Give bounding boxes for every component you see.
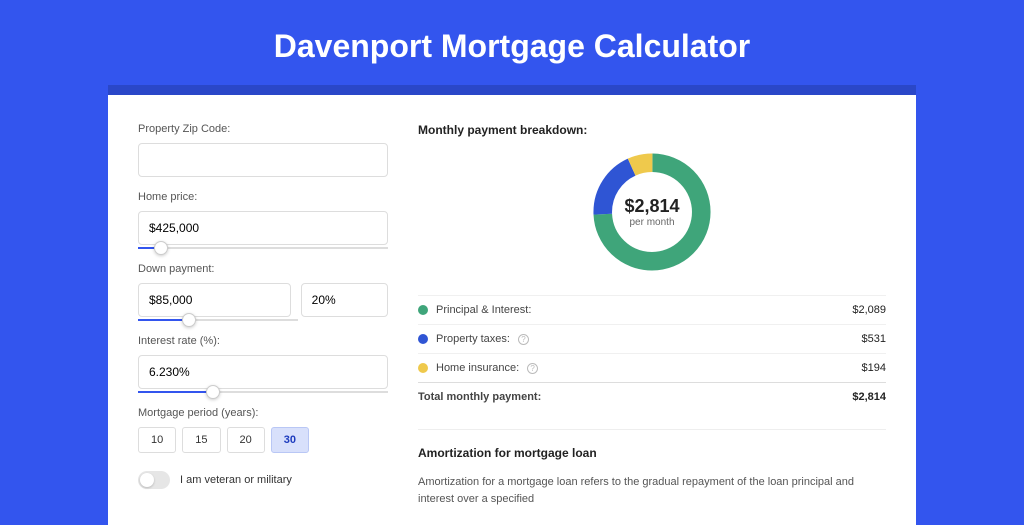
interest-rate-slider[interactable] xyxy=(138,391,388,393)
period-option-10[interactable]: 10 xyxy=(138,427,176,453)
info-icon[interactable]: ? xyxy=(527,363,538,374)
page-title: Davenport Mortgage Calculator xyxy=(0,0,1024,85)
home-price-label: Home price: xyxy=(138,191,388,203)
calculator-frame: Property Zip Code: Home price: Down paym… xyxy=(108,85,916,525)
amortization-section: Amortization for mortgage loan Amortizat… xyxy=(418,429,886,507)
veteran-toggle-knob xyxy=(140,473,154,487)
down-payment-slider[interactable] xyxy=(138,319,298,321)
legend-label-taxes: Property taxes: xyxy=(436,333,510,345)
legend-value-insurance: $194 xyxy=(862,362,886,374)
down-payment-amount-input[interactable] xyxy=(138,283,291,317)
donut-chart: $2,814 per month xyxy=(587,147,717,277)
home-price-input[interactable] xyxy=(138,211,388,245)
interest-rate-label: Interest rate (%): xyxy=(138,335,388,347)
down-payment-field: Down payment: xyxy=(138,263,388,321)
info-icon[interactable]: ? xyxy=(518,334,529,345)
legend-dot-principal xyxy=(418,305,428,315)
veteran-toggle-label: I am veteran or military xyxy=(180,474,292,486)
mortgage-period-label: Mortgage period (years): xyxy=(138,407,388,419)
legend-value-taxes: $531 xyxy=(862,333,886,345)
home-price-slider-thumb[interactable] xyxy=(154,241,168,255)
donut-center: $2,814 per month xyxy=(609,169,695,255)
donut-center-amount: $2,814 xyxy=(624,196,679,217)
legend-row-total: Total monthly payment: $2,814 xyxy=(418,382,886,411)
legend-label-insurance: Home insurance: xyxy=(436,362,519,374)
period-option-30[interactable]: 30 xyxy=(271,427,309,453)
donut-chart-wrap: $2,814 per month xyxy=(418,147,886,277)
legend-value-principal: $2,089 xyxy=(852,304,886,316)
zip-field: Property Zip Code: xyxy=(138,123,388,177)
breakdown-column: Monthly payment breakdown: $2,814 per mo… xyxy=(418,123,886,525)
legend-dot-insurance xyxy=(418,363,428,373)
legend-row-insurance: Home insurance: ? $194 xyxy=(418,353,886,382)
legend-row-principal: Principal & Interest: $2,089 xyxy=(418,295,886,324)
down-payment-slider-thumb[interactable] xyxy=(182,313,196,327)
home-price-slider[interactable] xyxy=(138,247,388,249)
legend-value-total: $2,814 xyxy=(852,391,886,403)
legend-label-total: Total monthly payment: xyxy=(418,391,541,403)
inputs-column: Property Zip Code: Home price: Down paym… xyxy=(138,123,388,525)
zip-input[interactable] xyxy=(138,143,388,177)
donut-center-sub: per month xyxy=(629,217,674,228)
down-payment-percent-input[interactable] xyxy=(301,283,388,317)
legend-label-principal: Principal & Interest: xyxy=(436,304,531,316)
amortization-body: Amortization for a mortgage loan refers … xyxy=(418,474,886,507)
interest-rate-input[interactable] xyxy=(138,355,388,389)
interest-rate-slider-thumb[interactable] xyxy=(206,385,220,399)
calculator-panel: Property Zip Code: Home price: Down paym… xyxy=(108,95,916,525)
zip-label: Property Zip Code: xyxy=(138,123,388,135)
home-price-field: Home price: xyxy=(138,191,388,249)
period-option-20[interactable]: 20 xyxy=(227,427,265,453)
mortgage-period-options: 10 15 20 30 xyxy=(138,427,388,453)
amortization-title: Amortization for mortgage loan xyxy=(418,446,886,460)
down-payment-label: Down payment: xyxy=(138,263,388,275)
veteran-toggle-row: I am veteran or military xyxy=(138,471,388,489)
period-option-15[interactable]: 15 xyxy=(182,427,220,453)
legend-dot-taxes xyxy=(418,334,428,344)
breakdown-title: Monthly payment breakdown: xyxy=(418,123,886,137)
veteran-toggle[interactable] xyxy=(138,471,170,489)
interest-rate-field: Interest rate (%): xyxy=(138,335,388,393)
mortgage-period-field: Mortgage period (years): 10 15 20 30 xyxy=(138,407,388,453)
legend-row-taxes: Property taxes: ? $531 xyxy=(418,324,886,353)
